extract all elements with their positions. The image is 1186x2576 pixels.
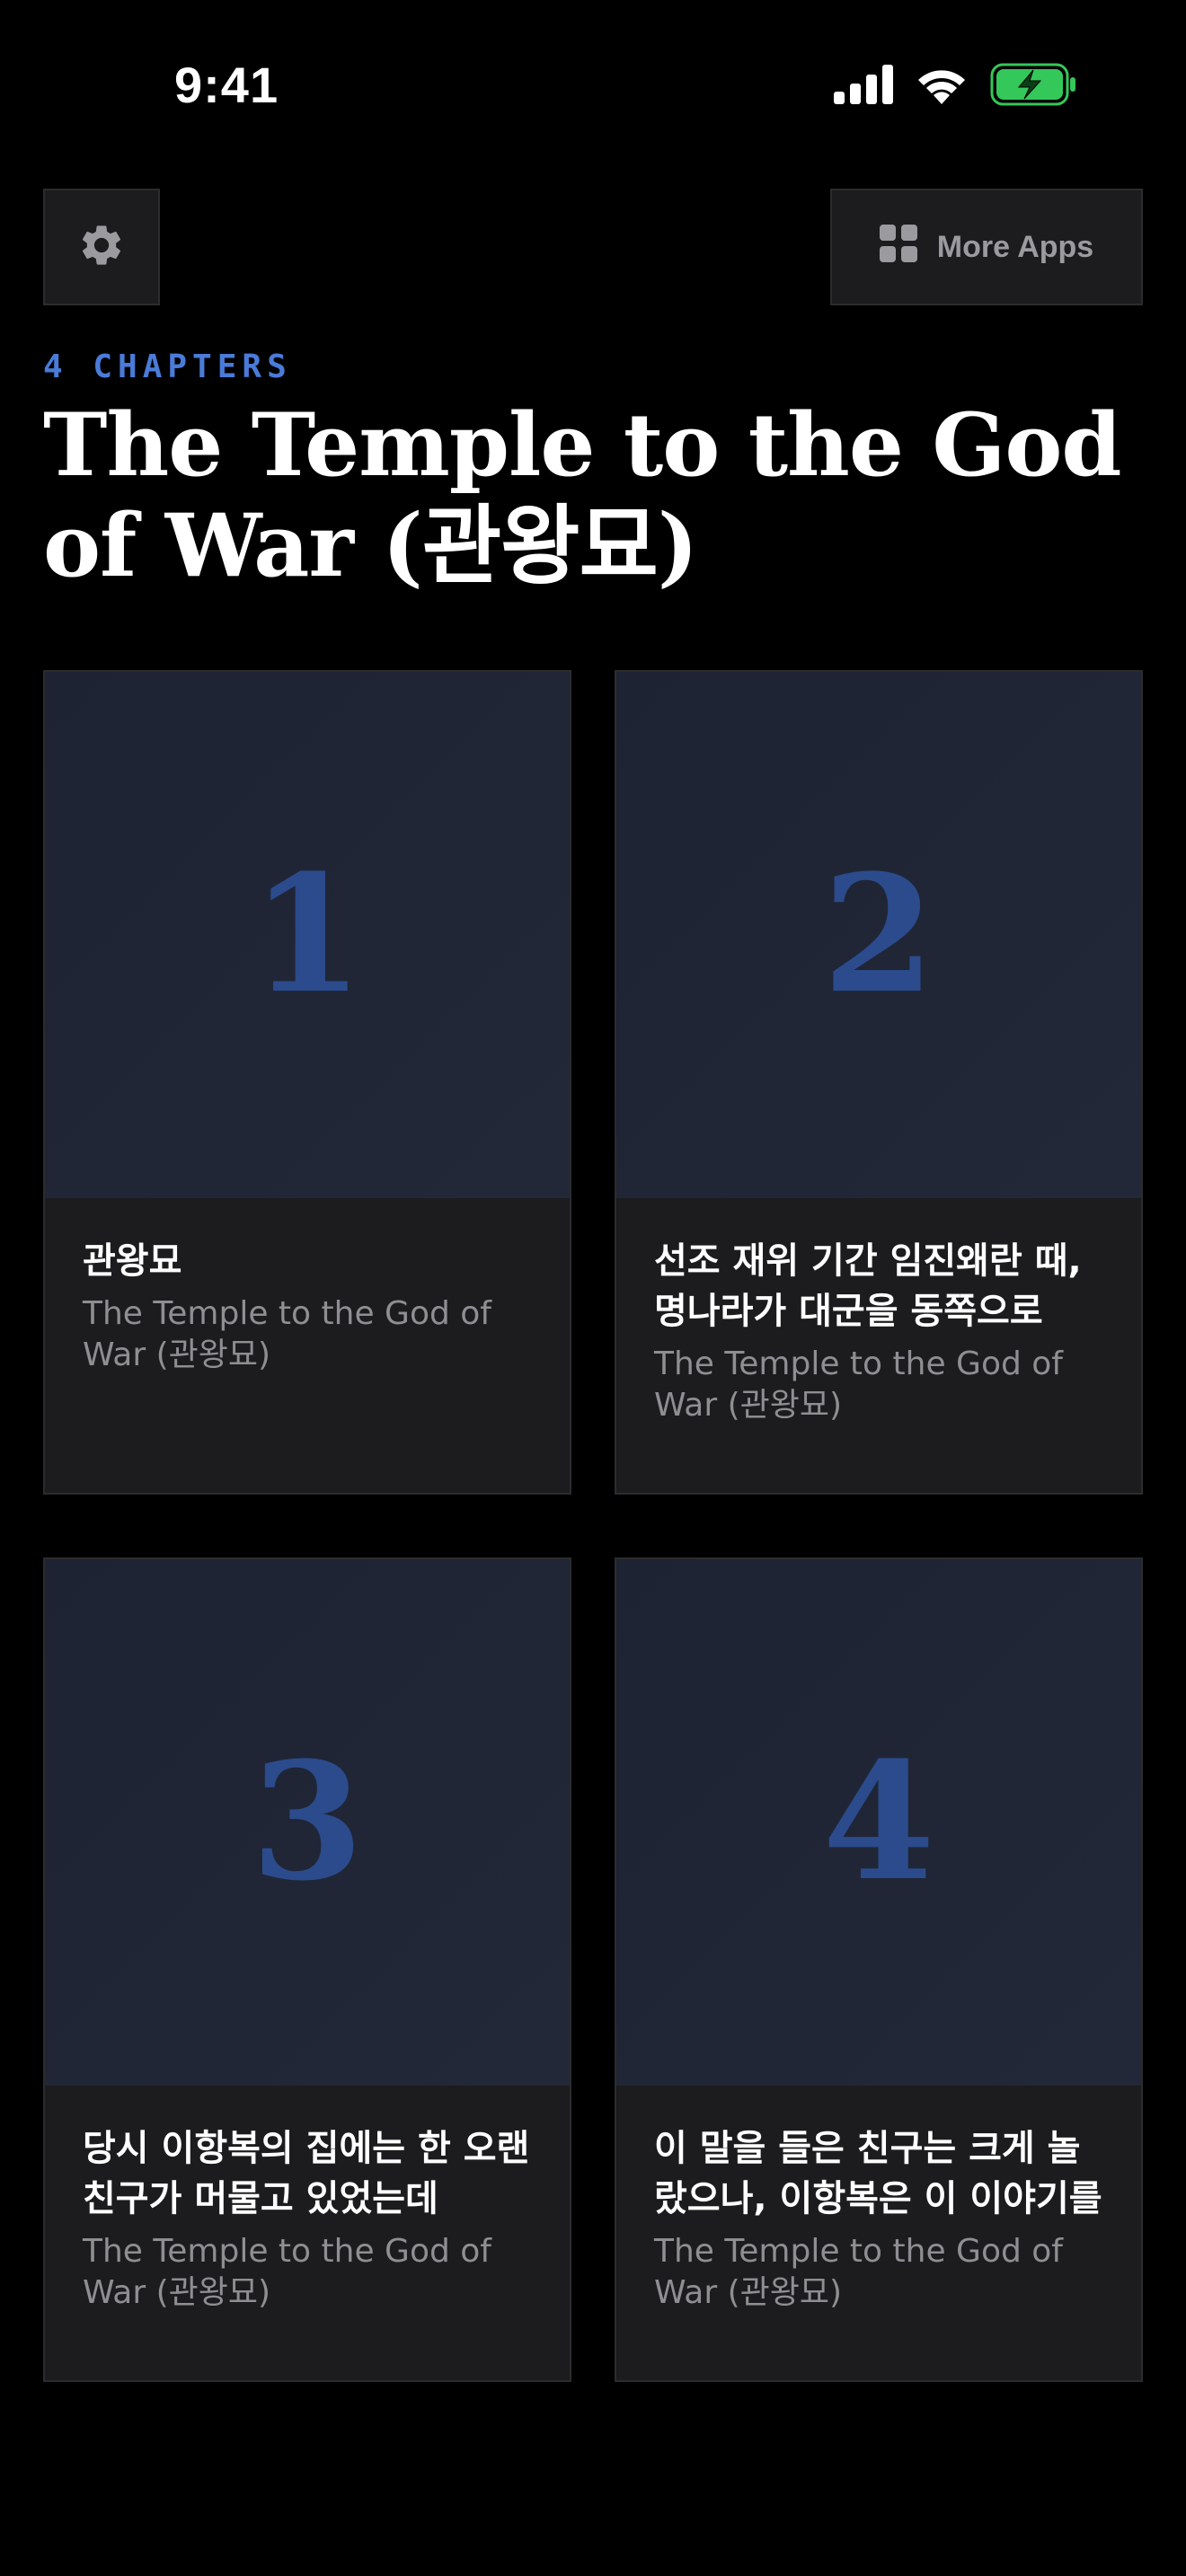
chapter-card-4[interactable]: 4 이 말을 들은 친구는 크게 놀랐으나, 이항복은 이 이야기를 The T… (615, 1557, 1143, 2382)
chapter-cover: 4 (616, 1559, 1141, 2086)
cellular-signal-icon (834, 65, 893, 104)
wifi-icon (915, 65, 969, 104)
chapter-subtitle: The Temple to the God of War (관왕묘) (83, 2233, 491, 2311)
more-apps-button[interactable]: More Apps (830, 189, 1143, 305)
chapter-card-3[interactable]: 3 당시 이항복의 집에는 한 오랜 친구가 머물고 있었는데 The Temp… (43, 1557, 571, 2382)
battery-charging-icon (990, 63, 1076, 106)
status-icons (834, 63, 1076, 106)
page-title: The Temple to the God of War (관왕묘) (43, 394, 1121, 596)
chapter-cover: 1 (45, 672, 570, 1198)
gear-icon (77, 221, 126, 273)
chapter-cover: 3 (45, 1559, 570, 2086)
settings-button[interactable] (43, 189, 160, 305)
chapter-number: 1 (251, 840, 364, 1029)
chapter-card-body: 당시 이항복의 집에는 한 오랜 친구가 머물고 있었는데 The Temple… (83, 2123, 541, 2314)
grid-icon (879, 224, 917, 270)
chapter-title: 선조 재위 기간 임진왜란 때, 명나라가 대군을 동쪽으로 (654, 1240, 1082, 1332)
chapter-title: 관왕묘 (83, 1240, 182, 1282)
chapter-card-body: 관왕묘 The Temple to the God of War (관왕묘) (83, 1236, 541, 1376)
chapter-subtitle: The Temple to the God of War (관왕묘) (83, 1295, 491, 1373)
chapter-number: 2 (822, 840, 935, 1029)
chapter-subtitle: The Temple to the God of War (관왕묘) (654, 2233, 1063, 2311)
chapter-count: 4 CHAPTERS (43, 348, 292, 385)
chapter-subtitle: The Temple to the God of War (관왕묘) (654, 1345, 1063, 1424)
chapter-card-body: 선조 재위 기간 임진왜란 때, 명나라가 대군을 동쪽으로 The Templ… (654, 1236, 1112, 1426)
chapter-title: 당시 이항복의 집에는 한 오랜 친구가 머물고 있었는데 (83, 2128, 530, 2219)
more-apps-label: More Apps (936, 229, 1094, 264)
chapter-card-1[interactable]: 1 관왕묘 The Temple to the God of War (관왕묘) (43, 670, 571, 1495)
chapter-number: 3 (251, 1727, 364, 1917)
chapter-cover: 2 (616, 672, 1141, 1198)
chapter-title: 이 말을 들은 친구는 크게 놀랐으나, 이항복은 이 이야기를 (654, 2128, 1102, 2219)
chapter-number: 4 (822, 1727, 935, 1917)
chapter-card-body: 이 말을 들은 친구는 크게 놀랐으나, 이항복은 이 이야기를 The Tem… (654, 2123, 1112, 2314)
chapter-card-2[interactable]: 2 선조 재위 기간 임진왜란 때, 명나라가 대군을 동쪽으로 The Tem… (615, 670, 1143, 1495)
status-bar: 9:41 (0, 0, 1186, 171)
status-time: 9:41 (174, 57, 279, 113)
